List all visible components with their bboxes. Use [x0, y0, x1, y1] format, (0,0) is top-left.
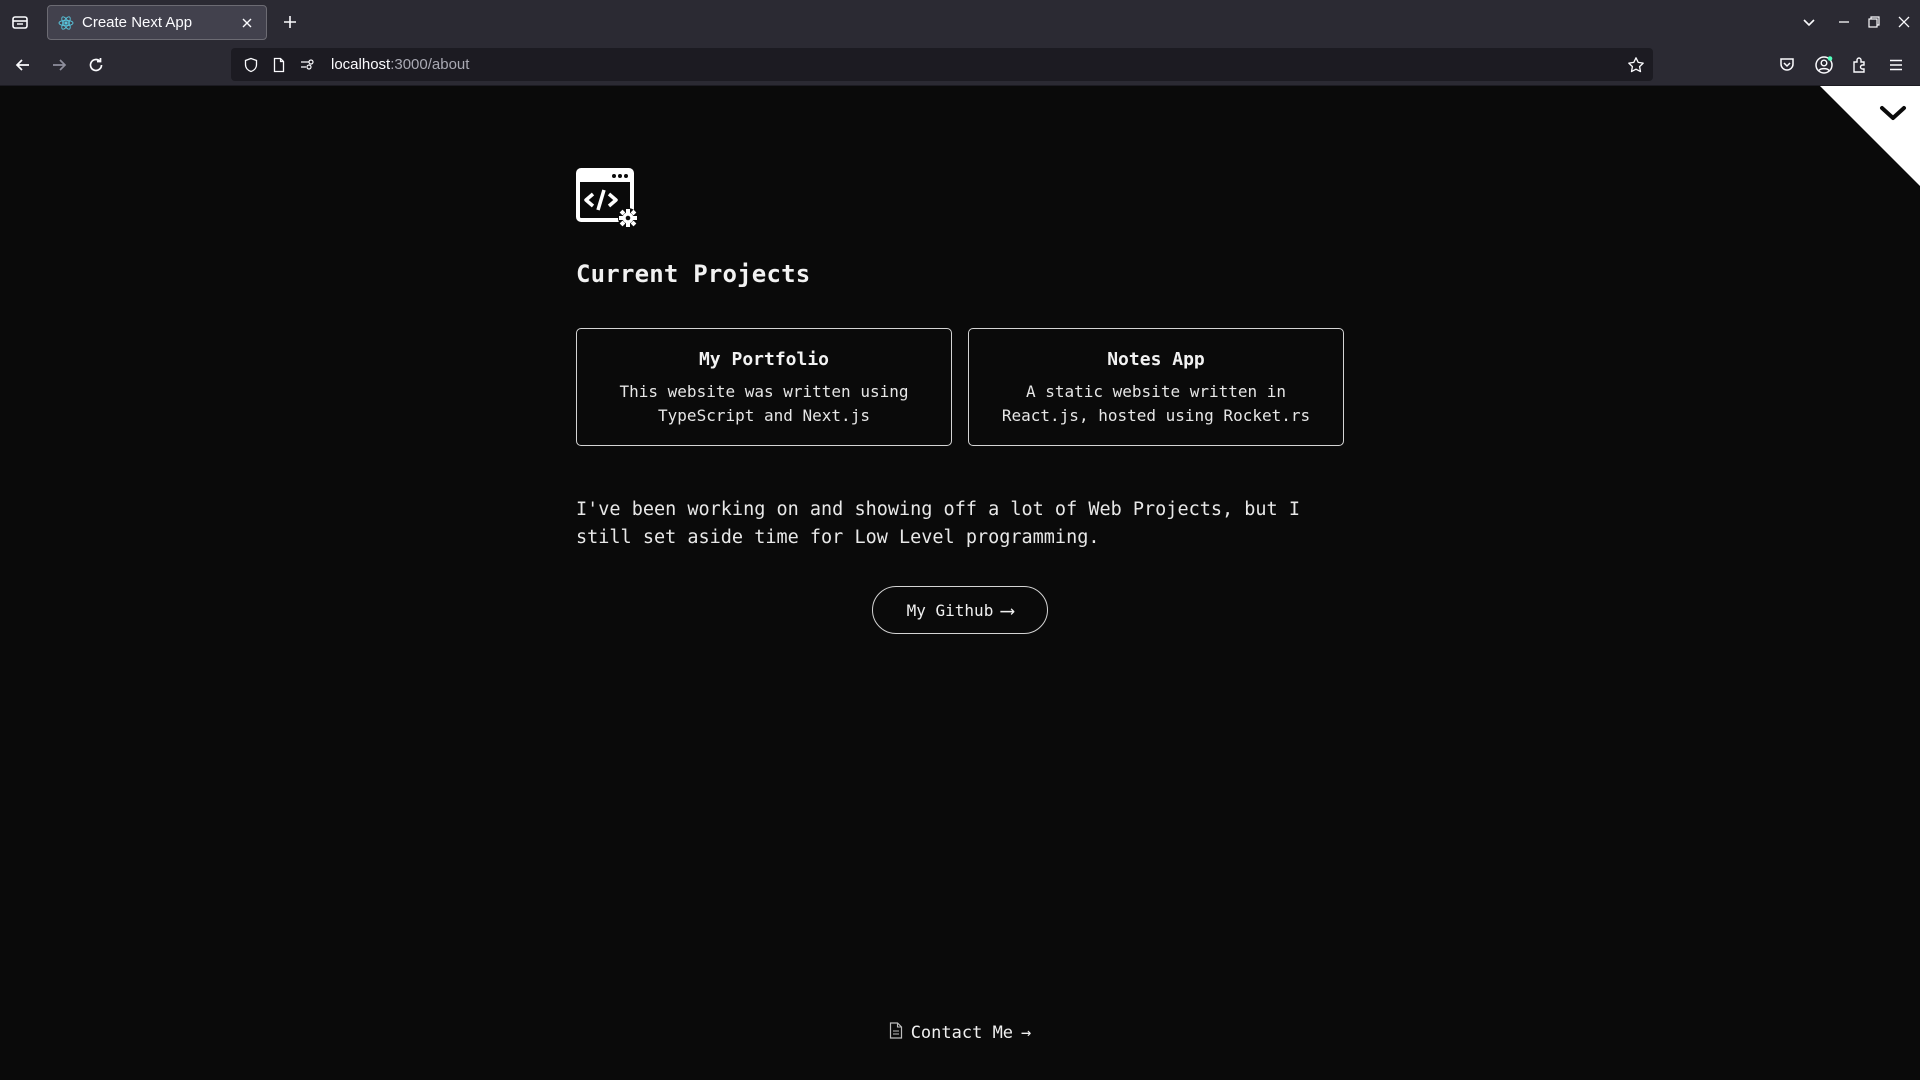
project-title: My Portfolio	[698, 349, 830, 370]
restore-icon	[1868, 16, 1880, 28]
back-button[interactable]	[11, 53, 35, 77]
puzzle-icon	[1853, 57, 1865, 73]
minimize-icon	[1839, 21, 1849, 23]
github-button[interactable]: My Github ⟶	[872, 586, 1048, 634]
account-icon	[1815, 56, 1833, 74]
close-window-button[interactable]	[1892, 10, 1916, 34]
code-window-gear-icon	[576, 168, 640, 230]
project-card-notes-app[interactable]: Notes App A static website written in Re…	[968, 328, 1344, 446]
new-tab-button[interactable]	[278, 10, 302, 34]
github-button-wrap: My Github ⟶	[576, 586, 1344, 634]
browser-tab[interactable]: Create Next App	[47, 5, 267, 40]
react-icon	[58, 15, 74, 31]
chevron-down-icon	[1803, 19, 1815, 27]
tab-list-icon[interactable]	[8, 10, 32, 34]
forward-arrow-icon	[53, 59, 67, 71]
page-title: Current Projects	[576, 260, 811, 288]
tab-bar: Create Next App	[0, 0, 1920, 44]
navigation-toolbar: localhost:3000/about	[0, 44, 1920, 86]
plus-icon	[284, 16, 296, 28]
main-content: Current Projects My Portfolio This websi…	[576, 168, 1344, 634]
forward-button[interactable]	[47, 53, 71, 77]
arrow-right-icon: ⟶	[1001, 598, 1014, 622]
list-all-tabs-button[interactable]	[1797, 10, 1821, 34]
back-arrow-icon	[15, 59, 29, 71]
tab-title: Create Next App	[82, 14, 193, 31]
project-description: This website was written using TypeScrip…	[619, 382, 909, 425]
extensions-button[interactable]	[1848, 53, 1872, 77]
shield-icon[interactable]	[241, 55, 261, 75]
corner-toggle[interactable]	[1820, 86, 1920, 186]
contact-label: Contact Me	[910, 1023, 1014, 1043]
minimize-button[interactable]	[1832, 10, 1856, 34]
restore-button[interactable]	[1862, 10, 1886, 34]
github-button-label: My Github	[906, 600, 994, 620]
about-paragraph: I've been working on and showing off a l…	[576, 499, 1300, 548]
hamburger-menu-icon	[1890, 59, 1902, 71]
reload-icon	[89, 58, 103, 72]
star-icon[interactable]	[1625, 54, 1647, 76]
url-text[interactable]: localhost:3000/about	[331, 56, 469, 73]
url-path: :3000/about	[390, 56, 470, 73]
project-description: A static website written in React.js, ho…	[1001, 382, 1311, 425]
url-host: localhost	[331, 56, 391, 73]
page-icon	[269, 55, 289, 75]
page-viewport: Current Projects My Portfolio This websi…	[0, 86, 1920, 1080]
project-cards: My Portfolio This website was written us…	[576, 328, 1344, 446]
permissions-icon[interactable]	[297, 55, 317, 75]
project-card-portfolio[interactable]: My Portfolio This website was written us…	[576, 328, 952, 446]
document-icon	[889, 1022, 903, 1044]
menu-button[interactable]	[1884, 53, 1908, 77]
close-icon[interactable]	[238, 14, 256, 32]
contact-footer: Contact Me →	[0, 1022, 1920, 1044]
pocket-button[interactable]	[1775, 53, 1799, 77]
account-button[interactable]	[1812, 53, 1836, 77]
arrow-right-icon: →	[1021, 1023, 1032, 1043]
pocket-icon	[1780, 58, 1794, 71]
project-title: Notes App	[1107, 349, 1205, 370]
url-bar[interactable]: localhost:3000/about	[231, 48, 1653, 81]
contact-link[interactable]: Contact Me →	[889, 1022, 1032, 1044]
close-icon	[1898, 16, 1910, 28]
reload-button[interactable]	[84, 53, 108, 77]
